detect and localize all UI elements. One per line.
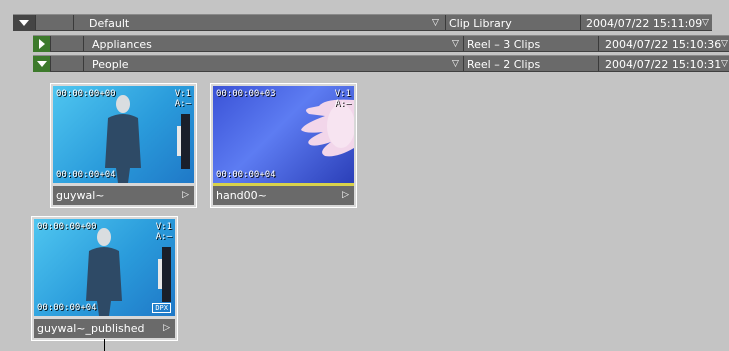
reel-name-dropdown-icon[interactable]: ▽: [452, 36, 459, 51]
clip-name-bar[interactable]: guywal~ ▷: [53, 186, 194, 205]
timecode-out: 00:00:00+04: [56, 170, 116, 180]
clip-name: guywal~: [56, 189, 105, 202]
reel-type: Reel – 3 Clips: [467, 38, 541, 51]
text-cursor: [104, 339, 105, 351]
reel-type: Reel – 2 Clips: [467, 58, 541, 71]
clip-thumbnail[interactable]: 00:00:00+00 V:1 A:– 00:00:00+04 DPX: [34, 219, 175, 316]
library-row[interactable]: Default ▽ Clip Library 2004/07/22 15:11:…: [13, 14, 712, 31]
triangle-down-icon: [19, 20, 29, 26]
clip-tile[interactable]: 00:00:00+00 V:1 A:– 00:00:00+04 guywal~ …: [50, 83, 197, 208]
play-icon[interactable]: ▷: [342, 186, 349, 205]
library-name-dropdown-icon[interactable]: ▽: [432, 15, 439, 30]
library-date: 2004/07/22 15:11:09: [586, 17, 703, 30]
reel-name-dropdown-icon[interactable]: ▽: [452, 56, 459, 71]
track-info: V:1 A:–: [335, 89, 351, 109]
video-track-label: V:1: [334, 89, 351, 99]
reel-name: Appliances: [92, 38, 152, 51]
dpx-badge: DPX: [152, 303, 171, 313]
audio-track-label: A:–: [174, 99, 191, 109]
reel-date-dropdown-icon[interactable]: ▽: [721, 56, 728, 71]
reel-date: 2004/07/22 15:10:36: [605, 38, 722, 51]
timecode-out: 00:00:00+04: [37, 303, 97, 313]
library-date-dropdown-icon[interactable]: ▽: [702, 15, 709, 30]
timecode-in: 00:00:00+00: [37, 222, 97, 232]
timecode-out: 00:00:00+04: [216, 170, 276, 180]
triangle-down-icon: [36, 61, 47, 67]
library-type: Clip Library: [449, 17, 512, 30]
track-info: V:1 A:–: [175, 89, 191, 109]
video-track-label: V:1: [155, 222, 172, 232]
clip-name: guywal~_published: [37, 322, 145, 335]
reel-row-appliances[interactable]: Appliances ▽ Reel – 3 Clips 2004/07/22 1…: [33, 35, 729, 52]
triangle-right-icon: [38, 39, 45, 49]
library-expand-button[interactable]: [13, 15, 35, 31]
reel-row-people[interactable]: People ▽ Reel – 2 Clips 2004/07/22 15:10…: [33, 55, 729, 72]
timecode-in: 00:00:00+00: [56, 89, 116, 99]
clip-thumbnail[interactable]: 00:00:00+03 V:1 A:– 00:00:00+04: [213, 86, 354, 183]
clip-name: hand00~: [216, 189, 267, 202]
reel-date-dropdown-icon[interactable]: ▽: [721, 36, 728, 51]
audio-track-label: A:–: [155, 232, 172, 242]
track-info: V:1 A:–: [156, 222, 172, 242]
hand-image: [301, 99, 354, 157]
reel-name: People: [92, 58, 129, 71]
timecode-in: 00:00:00+03: [216, 89, 276, 99]
person-figure-image: [105, 95, 190, 183]
reel-collapse-button[interactable]: [33, 56, 50, 72]
video-track-label: V:1: [174, 89, 191, 99]
clip-thumbnail[interactable]: 00:00:00+00 V:1 A:– 00:00:00+04: [53, 86, 194, 183]
play-icon[interactable]: ▷: [182, 186, 189, 205]
reel-expand-button[interactable]: [33, 36, 50, 52]
reel-date: 2004/07/22 15:10:31: [605, 58, 722, 71]
clip-tile[interactable]: 00:00:00+00 V:1 A:– 00:00:00+04 DPX guyw…: [31, 216, 178, 341]
play-icon[interactable]: ▷: [163, 319, 170, 338]
audio-track-label: A:–: [334, 99, 351, 109]
library-name: Default: [89, 17, 130, 30]
clip-tile[interactable]: 00:00:00+03 V:1 A:– 00:00:00+04 hand00~ …: [210, 83, 357, 208]
clip-name-bar[interactable]: hand00~ ▷: [213, 186, 354, 205]
clip-name-bar[interactable]: guywal~_published ▷: [34, 319, 175, 338]
person-figure-image: [86, 228, 171, 316]
